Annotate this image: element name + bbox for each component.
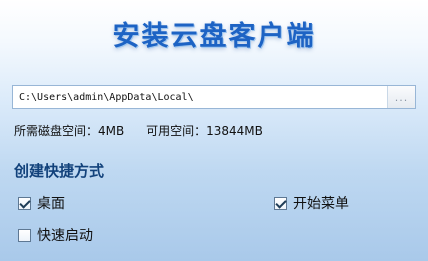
quick-launch-shortcut-checkbox[interactable] bbox=[18, 228, 31, 242]
disk-space-info: 所需磁盘空间：4MB 可用空间：13844MB bbox=[14, 122, 263, 139]
browse-button[interactable]: ... bbox=[387, 86, 415, 108]
installer-window: 安装云盘客户端 ... 所需磁盘空间：4MB 可用空间：13844MB 创建快捷… bbox=[0, 0, 428, 261]
quick-launch-shortcut-label: 快速启动 bbox=[37, 228, 93, 244]
quick-launch-shortcut-option[interactable]: 快速启动 bbox=[18, 225, 93, 245]
shortcut-section-heading: 创建快捷方式 bbox=[14, 162, 105, 180]
desktop-shortcut-option[interactable]: 桌面 bbox=[18, 193, 65, 213]
start-menu-shortcut-checkbox[interactable] bbox=[274, 196, 287, 210]
desktop-shortcut-label: 桌面 bbox=[37, 196, 65, 212]
required-space-text: 所需磁盘空间：4MB bbox=[14, 124, 125, 138]
start-menu-shortcut-label: 开始菜单 bbox=[293, 196, 349, 212]
desktop-shortcut-checkbox[interactable] bbox=[18, 196, 31, 210]
install-path-input[interactable] bbox=[13, 86, 387, 108]
available-space-text: 可用空间：13844MB bbox=[146, 124, 263, 138]
start-menu-shortcut-option[interactable]: 开始菜单 bbox=[274, 193, 349, 213]
install-path-box: ... bbox=[12, 85, 416, 109]
installer-title: 安装云盘客户端 bbox=[112, 21, 316, 52]
